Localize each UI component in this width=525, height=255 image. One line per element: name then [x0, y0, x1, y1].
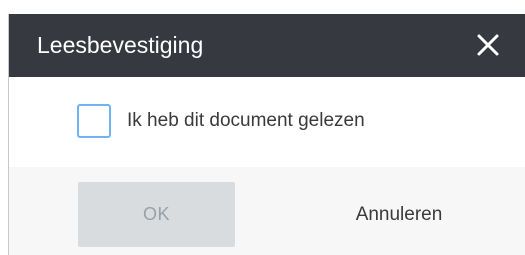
close-icon [477, 34, 499, 56]
read-confirmation-dialog: Leesbevestiging Ik heb dit document gele… [9, 14, 525, 255]
read-confirmation-label[interactable]: Ik heb dit document gelezen [127, 110, 365, 132]
background-left [0, 14, 9, 255]
ok-button[interactable]: OK [78, 182, 235, 247]
close-button[interactable] [474, 31, 502, 59]
dialog-title: Leesbevestiging [37, 32, 204, 58]
dialog-header: Leesbevestiging [9, 14, 525, 77]
dialog-footer: OK Annuleren [9, 167, 525, 255]
read-confirmation-checkbox[interactable] [77, 104, 111, 138]
read-confirmation-checkbox-row[interactable]: Ik heb dit document gelezen [77, 104, 365, 138]
screen: Leesbevestiging Ik heb dit document gele… [0, 0, 525, 255]
cancel-button[interactable]: Annuleren [309, 182, 489, 247]
background-top [0, 0, 525, 14]
dialog-body: Ik heb dit document gelezen [9, 77, 525, 167]
